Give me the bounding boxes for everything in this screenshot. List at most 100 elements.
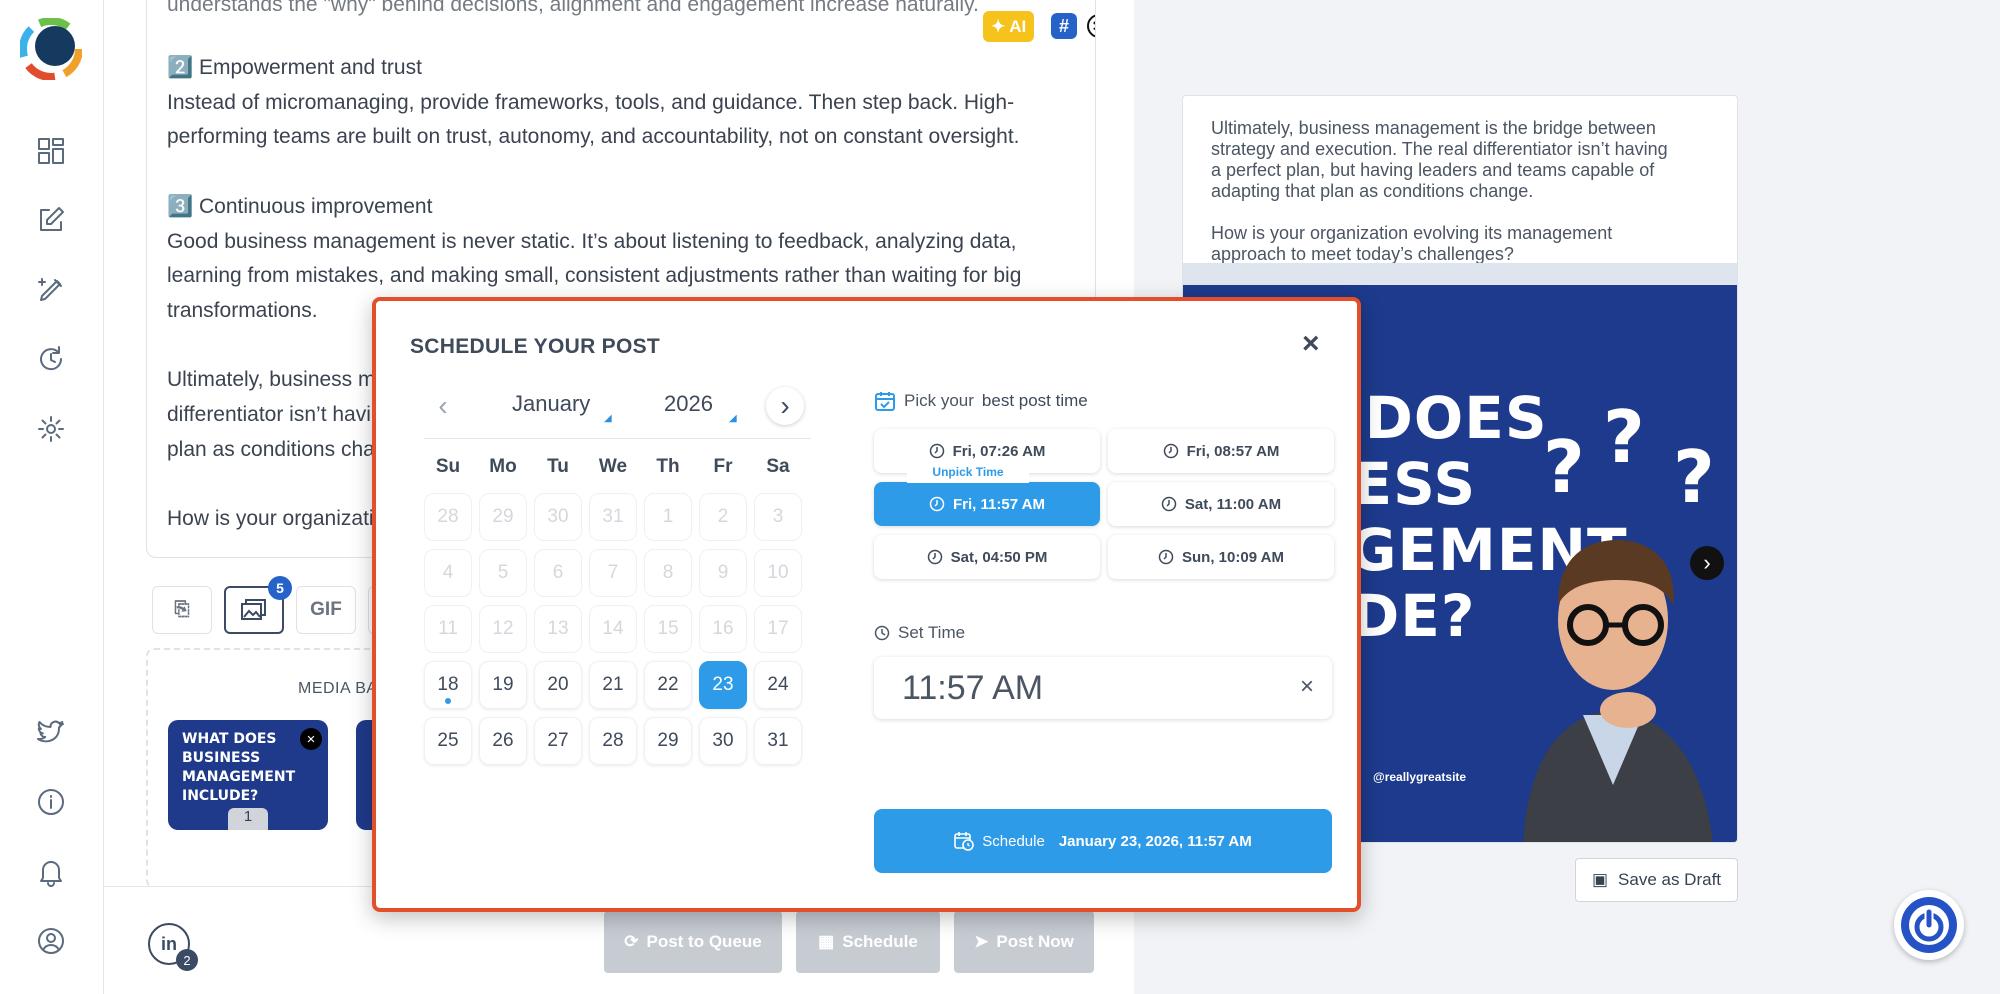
time-slot[interactable]: Sat, 04:50 PM: [874, 535, 1100, 579]
account-count-badge: 2: [176, 949, 198, 971]
calendar-day-selected[interactable]: 23: [699, 661, 747, 709]
time-slot[interactable]: Sat, 11:00 AM: [1108, 482, 1334, 526]
image-icon: [241, 599, 266, 620]
pick-time-label: Pick your best post time: [874, 390, 1088, 412]
clock-icon: [929, 443, 944, 459]
year-dropdown-icon: ◢: [729, 413, 737, 424]
close-modal-button[interactable]: ×: [1302, 327, 1320, 361]
calendar-day[interactable]: 21: [589, 661, 637, 709]
calendar-day-disabled: 29: [479, 493, 527, 541]
calendar-day-disabled: 17: [754, 605, 802, 653]
next-month-button[interactable]: ›: [766, 387, 804, 425]
time-input[interactable]: 11:57 AM ×: [874, 657, 1332, 719]
calendar-day[interactable]: 22: [644, 661, 692, 709]
preview-handle: @reallygreatsite: [1373, 770, 1467, 784]
calendar-day-disabled: 8: [644, 549, 692, 597]
time-slot[interactable]: Sun, 10:09 AM: [1108, 535, 1334, 579]
weekday-header: Su: [435, 456, 461, 477]
calendar-day[interactable]: 29: [644, 717, 692, 765]
calendar-day[interactable]: 28: [589, 717, 637, 765]
clock-icon: [1163, 443, 1178, 459]
time-slot-selected[interactable]: Fri, 11:57 AM: [874, 482, 1100, 526]
unpick-time-button[interactable]: Unpick Time: [907, 465, 1029, 483]
calendar-day[interactable]: 18: [424, 661, 472, 709]
attach-button[interactable]: ⎘: [152, 586, 212, 634]
attachment-icon: ⎘: [174, 599, 190, 620]
time-input-value: 11:57 AM: [902, 669, 1044, 707]
twitter-icon[interactable]: [32, 713, 70, 751]
time-slot-label: Sat, 04:50 PM: [950, 548, 1048, 566]
set-time-label: Set Time: [874, 623, 965, 643]
calendar-header: ‹ January ◢ 2026 ◢ ›: [424, 379, 811, 439]
schedule-confirm-button[interactable]: Schedule January 23, 2026, 11:57 AM: [874, 809, 1332, 873]
edit-pen-icon[interactable]: [32, 271, 70, 309]
save-as-draft-button[interactable]: ▣ Save as Draft: [1575, 858, 1738, 902]
editor-top-fragment: understands the "why" behind decisions, …: [167, 0, 979, 16]
ai-assist-button[interactable]: ✦ AI: [983, 11, 1035, 42]
calendar-day[interactable]: 30: [699, 717, 747, 765]
calendar-day[interactable]: 19: [479, 661, 527, 709]
image-button[interactable]: 5: [224, 576, 292, 634]
set-time-text: Set Time: [898, 623, 966, 642]
post-to-queue-button[interactable]: ⟳ Post to Queue: [604, 911, 782, 973]
bell-icon[interactable]: [32, 853, 70, 891]
calendar-day-disabled: 16: [699, 605, 747, 653]
carousel-next-button[interactable]: ›: [1690, 546, 1724, 580]
calendar-day[interactable]: 31: [754, 717, 802, 765]
info-icon[interactable]: [32, 783, 70, 821]
calendar-day-disabled: 30: [534, 493, 582, 541]
schedule-footer-button[interactable]: ▦ Schedule: [796, 911, 940, 973]
clock-icon: [927, 549, 942, 565]
weekday-header: Tu: [547, 456, 569, 477]
calendar-day[interactable]: 27: [534, 717, 582, 765]
sidebar: [0, 0, 104, 994]
month-select[interactable]: January: [512, 391, 590, 417]
user-icon[interactable]: [32, 922, 70, 960]
media-toolbar: ⎘ 5 GIF: [152, 576, 388, 634]
time-slot-label: Fri, 08:57 AM: [1186, 442, 1280, 460]
time-slot[interactable]: Fri, 08:57 AM: [1108, 429, 1334, 473]
calendar-icon: ▦: [818, 932, 835, 951]
calendar-day-disabled: 15: [644, 605, 692, 653]
calendar-day-disabled: 9: [699, 549, 747, 597]
post-now-button[interactable]: ➤ Post Now: [954, 911, 1094, 973]
calendar-day[interactable]: 20: [534, 661, 582, 709]
sync-icon[interactable]: [32, 340, 70, 378]
power-help-icon: [1901, 897, 1957, 953]
calendar-day[interactable]: 25: [424, 717, 472, 765]
sparkle-icon: ✦: [991, 16, 1006, 36]
gif-button[interactable]: GIF: [296, 586, 356, 634]
calendar-day[interactable]: 26: [479, 717, 527, 765]
ai-label: AI: [1009, 16, 1027, 36]
previous-month-button[interactable]: ‹: [424, 387, 462, 425]
calendar-day-disabled: 7: [589, 549, 637, 597]
thumbnail-title: WHAT DOES BUSINESS MANAGEMENT INCLUDE?: [182, 731, 296, 804]
pick-prefix: Pick your: [904, 391, 974, 410]
save-as-draft-label: Save as Draft: [1618, 870, 1722, 889]
remove-media-button[interactable]: ×: [300, 728, 322, 750]
time-slot-label: Fri, 07:26 AM: [952, 442, 1046, 460]
hashtag-button[interactable]: #: [1051, 13, 1077, 39]
thumbnail-index: 1: [228, 808, 268, 830]
schedule-datetime: January 23, 2026, 11:57 AM: [1058, 832, 1252, 850]
schedule-confirm-label: Schedule: [982, 832, 1045, 850]
app-logo[interactable]: [20, 18, 82, 80]
dashboard-icon[interactable]: [32, 132, 70, 170]
question-mark-icon-3: ?: [1673, 435, 1715, 519]
save-icon: ▣: [1591, 870, 1609, 889]
year-select[interactable]: 2026: [664, 391, 713, 417]
compose-icon[interactable]: [32, 201, 70, 239]
calendar-day-disabled: 14: [589, 605, 637, 653]
settings-icon[interactable]: [32, 410, 70, 448]
media-thumbnail[interactable]: WHAT DOES BUSINESS MANAGEMENT INCLUDE? ×…: [168, 720, 328, 830]
clear-time-button[interactable]: ×: [1300, 673, 1314, 701]
calendar-day[interactable]: 24: [754, 661, 802, 709]
preview-divider: [1183, 263, 1737, 285]
clock-icon: [1158, 549, 1174, 565]
help-widget-button[interactable]: [1894, 890, 1964, 960]
calendar-day-disabled: 1: [644, 493, 692, 541]
emoji-icon[interactable]: [1085, 12, 1096, 40]
pick-suffix: best post time: [981, 391, 1088, 410]
calendar-day-disabled: 4: [424, 549, 472, 597]
calendar-check-icon: [875, 392, 895, 411]
